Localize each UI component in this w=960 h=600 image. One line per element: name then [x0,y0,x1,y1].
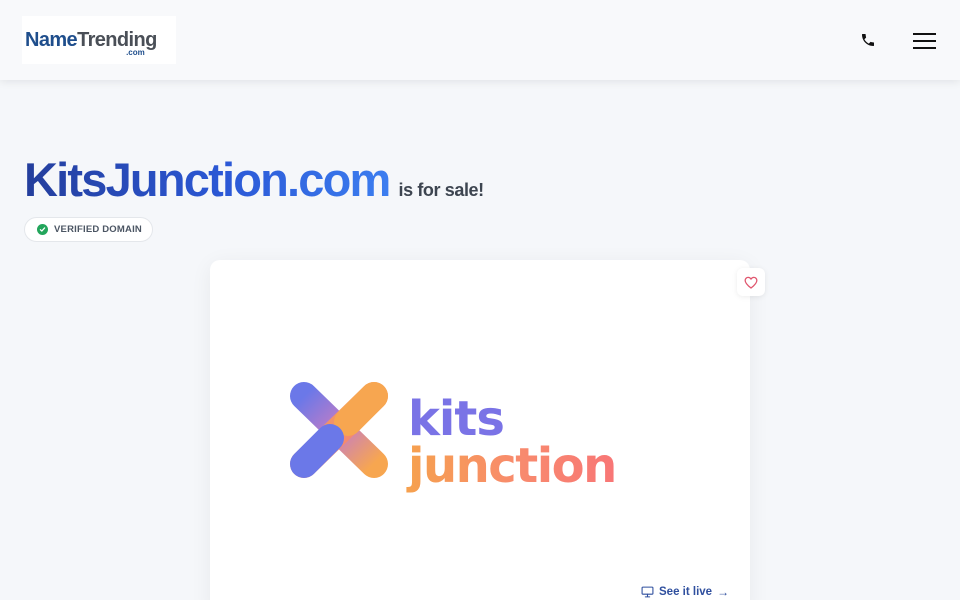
for-sale-text: is for sale! [398,180,485,200]
favorite-button[interactable] [737,268,765,296]
logo-tld: .com [126,48,145,57]
brand-word-junction: junction [406,438,616,494]
hamburger-menu-button[interactable] [910,28,940,52]
brand-x-mark [290,382,388,478]
domain-name: KitsJunction.com [24,153,391,206]
menu-bar [913,33,936,35]
phone-button[interactable] [856,28,880,52]
monitor-icon [641,586,654,598]
check-circle-icon [37,224,48,235]
page-title: KitsJunction.com is for sale! [24,152,484,207]
phone-icon [862,34,874,46]
heart-icon [744,276,758,289]
arrow-right-icon: → [717,585,730,599]
verified-domain-badge: VERIFIED DOMAIN [24,217,153,242]
logo-wordmark: NameTrending .com [25,29,157,57]
see-it-live-label: See it live [659,586,713,598]
logo-name-part1: Name [25,29,78,51]
kitsjunction-brand-logo: kits junction [290,382,617,494]
menu-bar [913,47,936,49]
see-it-live-link[interactable]: See it live → [641,585,729,599]
site-header: NameTrending .com [0,0,960,80]
verified-domain-label: VERIFIED DOMAIN [54,224,142,235]
logo-name-part2: Trending [77,29,157,51]
menu-bar [913,40,936,42]
domain-preview-card: kits junction See it live → [210,260,765,600]
nametrending-logo[interactable]: NameTrending .com [22,16,176,64]
